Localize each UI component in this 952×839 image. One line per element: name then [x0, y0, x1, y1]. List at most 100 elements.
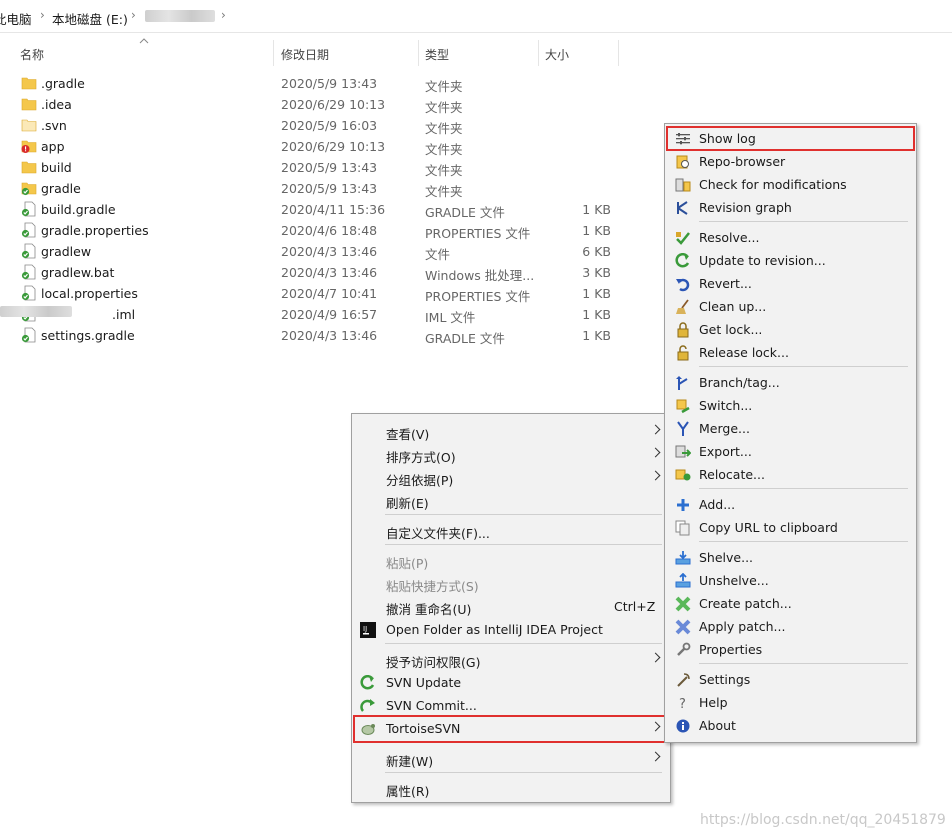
file-type: IML 文件: [425, 310, 476, 325]
svn-modified-folder-icon: [21, 138, 37, 153]
file-size: 1 KB: [582, 307, 611, 322]
menu-item-label: SVN Commit...: [386, 698, 477, 713]
menu-item-about[interactable]: About: [665, 714, 916, 737]
wrench-icon: [675, 642, 691, 658]
column-divider[interactable]: [618, 40, 619, 66]
menu-item-svn-update[interactable]: SVN Update: [352, 671, 670, 694]
menu-item-g[interactable]: 授予访问权限(G): [352, 648, 670, 671]
menu-item-label: Export...: [699, 444, 752, 459]
menu-item-revert[interactable]: Revert...: [665, 272, 916, 295]
menu-item-add[interactable]: Add...: [665, 493, 916, 516]
menu-item-repo-browser[interactable]: Repo-browser: [665, 150, 916, 173]
breadcrumb-chevron-icon: ›: [131, 8, 136, 22]
menu-item-label: Get lock...: [699, 322, 763, 337]
file-row[interactable]: app 2020/6/29 10:13 文件夹: [0, 136, 640, 157]
breadcrumb-item-drive[interactable]: 本地磁盘 (E:): [52, 9, 128, 28]
merge-icon: [675, 421, 691, 437]
menu-item-s[interactable]: 粘贴快捷方式(S): [352, 572, 670, 595]
file-row[interactable]: local.properties 2020/4/7 10:41 PROPERTIES…: [0, 283, 640, 304]
file-name: settings.gradle: [41, 328, 135, 343]
menu-item-label: 刷新(E): [386, 496, 429, 511]
file-row[interactable]: .gradle 2020/5/9 13:43 文件夹: [0, 73, 640, 94]
menu-item-relocate[interactable]: Relocate...: [665, 463, 916, 486]
file-type: 文件夹: [425, 121, 463, 136]
menu-item-resolve[interactable]: Resolve...: [665, 226, 916, 249]
file-row[interactable]: gradle 2020/5/9 13:43 文件夹: [0, 178, 640, 199]
file-row[interactable]: gradlew 2020/4/3 13:46 文件 6 KB: [0, 241, 640, 262]
svn-normal-file-icon: [21, 327, 36, 343]
menu-item-help[interactable]: ? Help: [665, 691, 916, 714]
unshelve-icon: [675, 572, 691, 589]
folder-icon: [21, 75, 37, 90]
column-header-type[interactable]: 类型: [425, 46, 449, 63]
chevron-right-icon: [650, 652, 661, 663]
file-name: .idea: [41, 97, 72, 112]
column-header-size[interactable]: 大小: [545, 46, 569, 63]
file-row[interactable]: build 2020/5/9 13:43 文件夹: [0, 157, 640, 178]
file-row[interactable]: settings.gradle 2020/4/3 13:46 GRADLE 文件 1 …: [0, 325, 640, 346]
branch-icon: [675, 375, 691, 391]
menu-item-svn-commit[interactable]: SVN Commit...: [352, 694, 670, 717]
menu-item-e[interactable]: 刷新(E): [352, 489, 670, 512]
menu-item-label: Shelve...: [699, 550, 754, 565]
svn-update-icon: [360, 674, 376, 691]
menu-item-label: Unshelve...: [699, 573, 769, 588]
revision-graph-icon: [675, 200, 691, 216]
file-type: 文件夹: [425, 163, 463, 178]
svn-normal-folder-icon: [21, 180, 37, 196]
file-name: .gradle: [41, 76, 85, 91]
file-date: 2020/4/7 10:41: [281, 286, 378, 301]
menu-item-clean-up[interactable]: Clean up...: [665, 295, 916, 318]
file-type: 文件: [425, 247, 451, 262]
highlight-box-show-log: [666, 126, 915, 151]
menu-item-u[interactable]: 撤消 重命名(U) Ctrl+Z: [352, 595, 670, 618]
column-header-name[interactable]: 名称: [20, 46, 44, 63]
file-row[interactable]: build.gradle 2020/4/11 15:36 GRADLE 文件 1 KB: [0, 199, 640, 220]
menu-item-settings[interactable]: Settings: [665, 668, 916, 691]
menu-item-label: 排序方式(O): [386, 450, 456, 465]
menu-item-v[interactable]: 查看(V): [352, 420, 670, 443]
file-row[interactable]: .svn 2020/5/9 16:03 文件夹: [0, 115, 640, 136]
menu-item-check-for-modifications[interactable]: Check for modifications: [665, 173, 916, 196]
menu-item-p[interactable]: 分组依据(P): [352, 466, 670, 489]
column-divider[interactable]: [538, 40, 539, 66]
menu-item-label: 属性(R): [386, 784, 430, 799]
menu-item-copy-url-to-clipboard[interactable]: Copy URL to clipboard: [665, 516, 916, 539]
menu-item-apply-patch[interactable]: Apply patch...: [665, 615, 916, 638]
menu-item-f[interactable]: 自定义文件夹(F)...: [352, 519, 670, 542]
breadcrumb-item-redacted[interactable]: [145, 10, 215, 22]
menu-item-export[interactable]: Export...: [665, 440, 916, 463]
menu-item-unshelve[interactable]: Unshelve...: [665, 569, 916, 592]
menu-item-get-lock[interactable]: Get lock...: [665, 318, 916, 341]
menu-item-o[interactable]: 排序方式(O): [352, 443, 670, 466]
menu-item-revision-graph[interactable]: Revision graph: [665, 196, 916, 219]
menu-item-label: Resolve...: [699, 230, 760, 245]
menu-item-branch-tag[interactable]: Branch/tag...: [665, 371, 916, 394]
shelve-icon: [675, 550, 691, 566]
menu-item-open-folder-as-intellij-idea-project[interactable]: IJ Open Folder as IntelliJ IDEA Project: [352, 618, 670, 641]
menu-item-create-patch[interactable]: Create patch...: [665, 592, 916, 615]
file-row[interactable]: .idea 2020/6/29 10:13 文件夹: [0, 94, 640, 115]
file-name: gradle: [41, 181, 81, 196]
menu-item-p[interactable]: 粘贴(P): [352, 549, 670, 572]
help-icon: ?: [675, 695, 691, 712]
column-divider[interactable]: [418, 40, 419, 66]
menu-item-r[interactable]: 属性(R): [352, 777, 670, 800]
watermark: https://blog.csdn.net/qq_20451879: [700, 812, 946, 828]
column-header-date[interactable]: 修改日期: [281, 46, 329, 63]
menu-item-w[interactable]: 新建(W): [352, 747, 670, 770]
menu-item-update-to-revision[interactable]: Update to revision...: [665, 249, 916, 272]
menu-item-properties[interactable]: Properties: [665, 638, 916, 661]
file-row[interactable]: .iml 2020/4/9 16:57 IML 文件 1 KB: [0, 304, 640, 325]
menu-item-label: 自定义文件夹(F)...: [386, 526, 490, 541]
menu-item-release-lock[interactable]: Release lock...: [665, 341, 916, 364]
file-row[interactable]: gradlew.bat 2020/4/3 13:46 Windows 批处理... 3…: [0, 262, 640, 283]
file-row[interactable]: gradle.properties 2020/4/6 18:48 PROPERTIE…: [0, 220, 640, 241]
column-divider[interactable]: [273, 40, 274, 66]
breadcrumb-item-this-pc[interactable]: 此电脑: [0, 9, 32, 28]
file-size: 6 KB: [582, 244, 611, 259]
menu-item-switch[interactable]: Switch...: [665, 394, 916, 417]
menu-item-merge[interactable]: Merge...: [665, 417, 916, 440]
file-type: 文件夹: [425, 184, 463, 199]
menu-item-shelve[interactable]: Shelve...: [665, 546, 916, 569]
